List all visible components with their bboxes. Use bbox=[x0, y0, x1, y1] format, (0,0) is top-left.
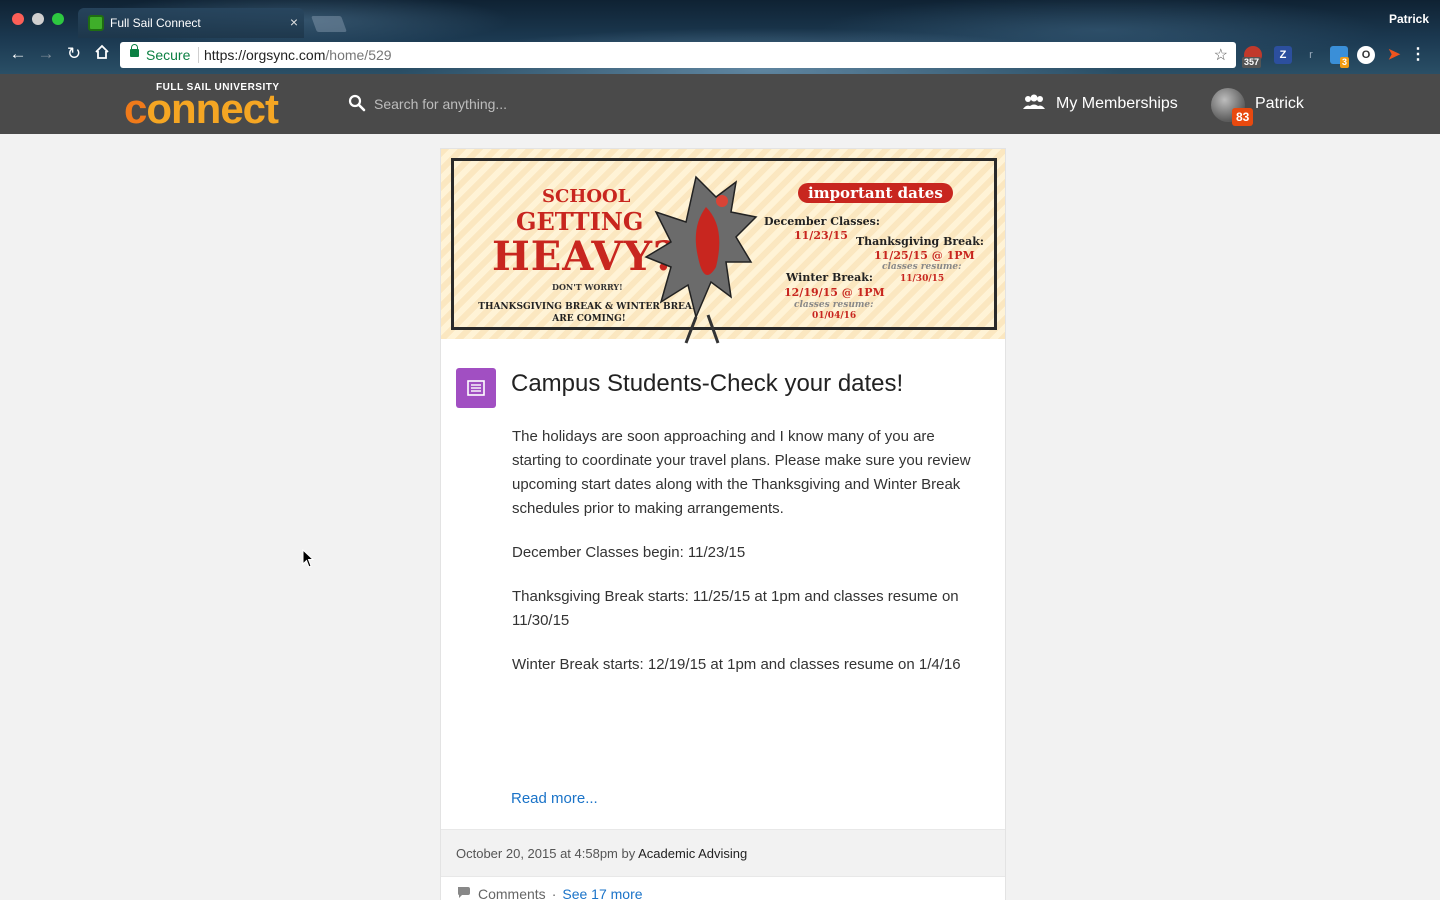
post-paragraph: Winter Break starts: 12/19/15 at 1pm and… bbox=[512, 656, 961, 673]
news-post-card: SCHOOL GETTING HEAVY? DON'T WORRY! THANK… bbox=[440, 148, 1006, 900]
browser-menu-icon[interactable]: ⋮ bbox=[1410, 45, 1426, 65]
close-window-button[interactable] bbox=[12, 13, 24, 25]
comments-separator: · bbox=[551, 885, 557, 900]
readability-extension-icon[interactable]: r bbox=[1302, 46, 1320, 64]
minimize-window-button[interactable] bbox=[32, 13, 44, 25]
post-author-link[interactable]: Academic Advising bbox=[638, 846, 747, 861]
site-header: FULL SAIL UNIVERSITY connect My Membersh… bbox=[0, 74, 1440, 134]
full-sail-connect-logo[interactable]: FULL SAIL UNIVERSITY connect bbox=[124, 82, 308, 132]
banner-winter-title: Winter Break: bbox=[786, 271, 873, 284]
lock-icon bbox=[130, 44, 139, 57]
banner-thanksgiving-date: 11/25/15 @ 1PM bbox=[874, 249, 975, 262]
see-more-comments-link[interactable]: See 17 more bbox=[562, 886, 642, 900]
url-host: https://orgsync.com bbox=[204, 47, 326, 63]
browser-profile-name[interactable]: Patrick bbox=[1389, 12, 1429, 26]
banner-winter-date: 12/19/15 @ 1PM bbox=[784, 286, 885, 299]
post-paragraph: The holidays are soon approaching and I … bbox=[512, 428, 971, 517]
banner-school-text: SCHOOL bbox=[542, 186, 631, 207]
turkey-illustration-icon bbox=[644, 175, 758, 344]
onepassword-extension-icon[interactable]: O bbox=[1357, 46, 1375, 64]
secure-label: Secure bbox=[146, 47, 191, 63]
forward-arrow-icon[interactable]: → bbox=[36, 44, 56, 64]
post-meta-bar: October 20, 2015 at 4:58pm by Academic A… bbox=[441, 829, 1005, 877]
group-users-icon bbox=[1022, 94, 1046, 115]
logo-wordmark-c: c bbox=[124, 85, 147, 132]
banner-important-dates-label: important dates bbox=[798, 183, 953, 203]
zotero-extension-icon[interactable]: Z bbox=[1274, 46, 1292, 64]
banner-dont-worry-text: DON'T WORRY! bbox=[552, 282, 623, 292]
post-title[interactable]: Campus Students-Check your dates! bbox=[511, 370, 903, 398]
feedly-extension-icon[interactable]: ➤ bbox=[1385, 46, 1403, 64]
url-path: /home/529 bbox=[325, 47, 392, 63]
browser-tab-active[interactable]: Full Sail Connect × bbox=[78, 8, 304, 38]
tab-title: Full Sail Connect bbox=[110, 16, 201, 30]
my-memberships-label: My Memberships bbox=[1056, 95, 1178, 112]
banner-getting-text: GETTING bbox=[516, 207, 644, 236]
banner-thanksgiving-title: Thanksgiving Break: bbox=[856, 235, 984, 248]
address-bar[interactable]: Secure https://orgsync.com/home/529 ☆ bbox=[120, 42, 1236, 68]
maximize-window-button[interactable] bbox=[52, 13, 64, 25]
banner-winter-resume-date: 01/04/16 bbox=[812, 311, 857, 321]
adblock-badge: 357 bbox=[1242, 57, 1262, 68]
banner-frame: SCHOOL GETTING HEAVY? DON'T WORRY! THANK… bbox=[451, 158, 997, 344]
new-tab-button[interactable] bbox=[311, 16, 347, 32]
news-post-icon bbox=[456, 368, 496, 408]
post-body: The holidays are soon approaching and I … bbox=[512, 425, 982, 697]
read-more-link[interactable]: Read more... bbox=[511, 790, 598, 807]
post-meta-text: October 20, 2015 at 4:58pm by Academic A… bbox=[456, 846, 747, 861]
comments-row: Comments · See 17 more bbox=[456, 885, 643, 900]
comments-label: Comments bbox=[478, 885, 546, 900]
search-input[interactable] bbox=[374, 94, 674, 114]
banner-winter-resume: classes resume: bbox=[794, 300, 874, 310]
search-icon bbox=[348, 94, 366, 112]
post-paragraph: December Classes begin: 11/23/15 bbox=[512, 544, 746, 561]
url-text[interactable]: https://orgsync.com/home/529 bbox=[204, 47, 392, 63]
comments-bubble-icon bbox=[456, 885, 472, 900]
logo-wordmark: connect bbox=[124, 85, 279, 132]
favicon-icon bbox=[88, 15, 104, 31]
notification-count-badge[interactable]: 83 bbox=[1232, 108, 1254, 126]
bookmark-star-icon[interactable]: ☆ bbox=[1214, 45, 1228, 65]
post-banner-image: SCHOOL GETTING HEAVY? DON'T WORRY! THANK… bbox=[441, 149, 1005, 344]
banner-thanksgiving-resume: classes resume: bbox=[882, 262, 962, 272]
user-name-link[interactable]: Patrick bbox=[1255, 95, 1304, 113]
tab-close-icon[interactable]: × bbox=[290, 14, 298, 30]
logo-wordmark-rest: onnect bbox=[146, 85, 279, 132]
my-memberships-link[interactable]: My Memberships bbox=[1022, 92, 1178, 116]
browser-chrome: Full Sail Connect × Patrick ← → ↻ Secure… bbox=[0, 0, 1440, 74]
omnibox-divider bbox=[198, 47, 199, 63]
banner-thanksgiving-resume-date: 11/30/15 bbox=[900, 274, 945, 284]
mouse-cursor-icon bbox=[302, 549, 315, 568]
extension-3-badge: 3 bbox=[1340, 57, 1350, 68]
back-arrow-icon[interactable]: ← bbox=[8, 44, 28, 64]
home-icon[interactable] bbox=[92, 44, 112, 64]
post-date: October 20, 2015 at 4:58pm by bbox=[456, 846, 636, 861]
reload-icon[interactable]: ↻ bbox=[64, 44, 84, 64]
banner-december-date: 11/23/15 bbox=[794, 229, 848, 242]
post-paragraph: Thanksgiving Break starts: 11/25/15 at 1… bbox=[512, 588, 959, 629]
banner-december-title: December Classes: bbox=[764, 215, 880, 228]
